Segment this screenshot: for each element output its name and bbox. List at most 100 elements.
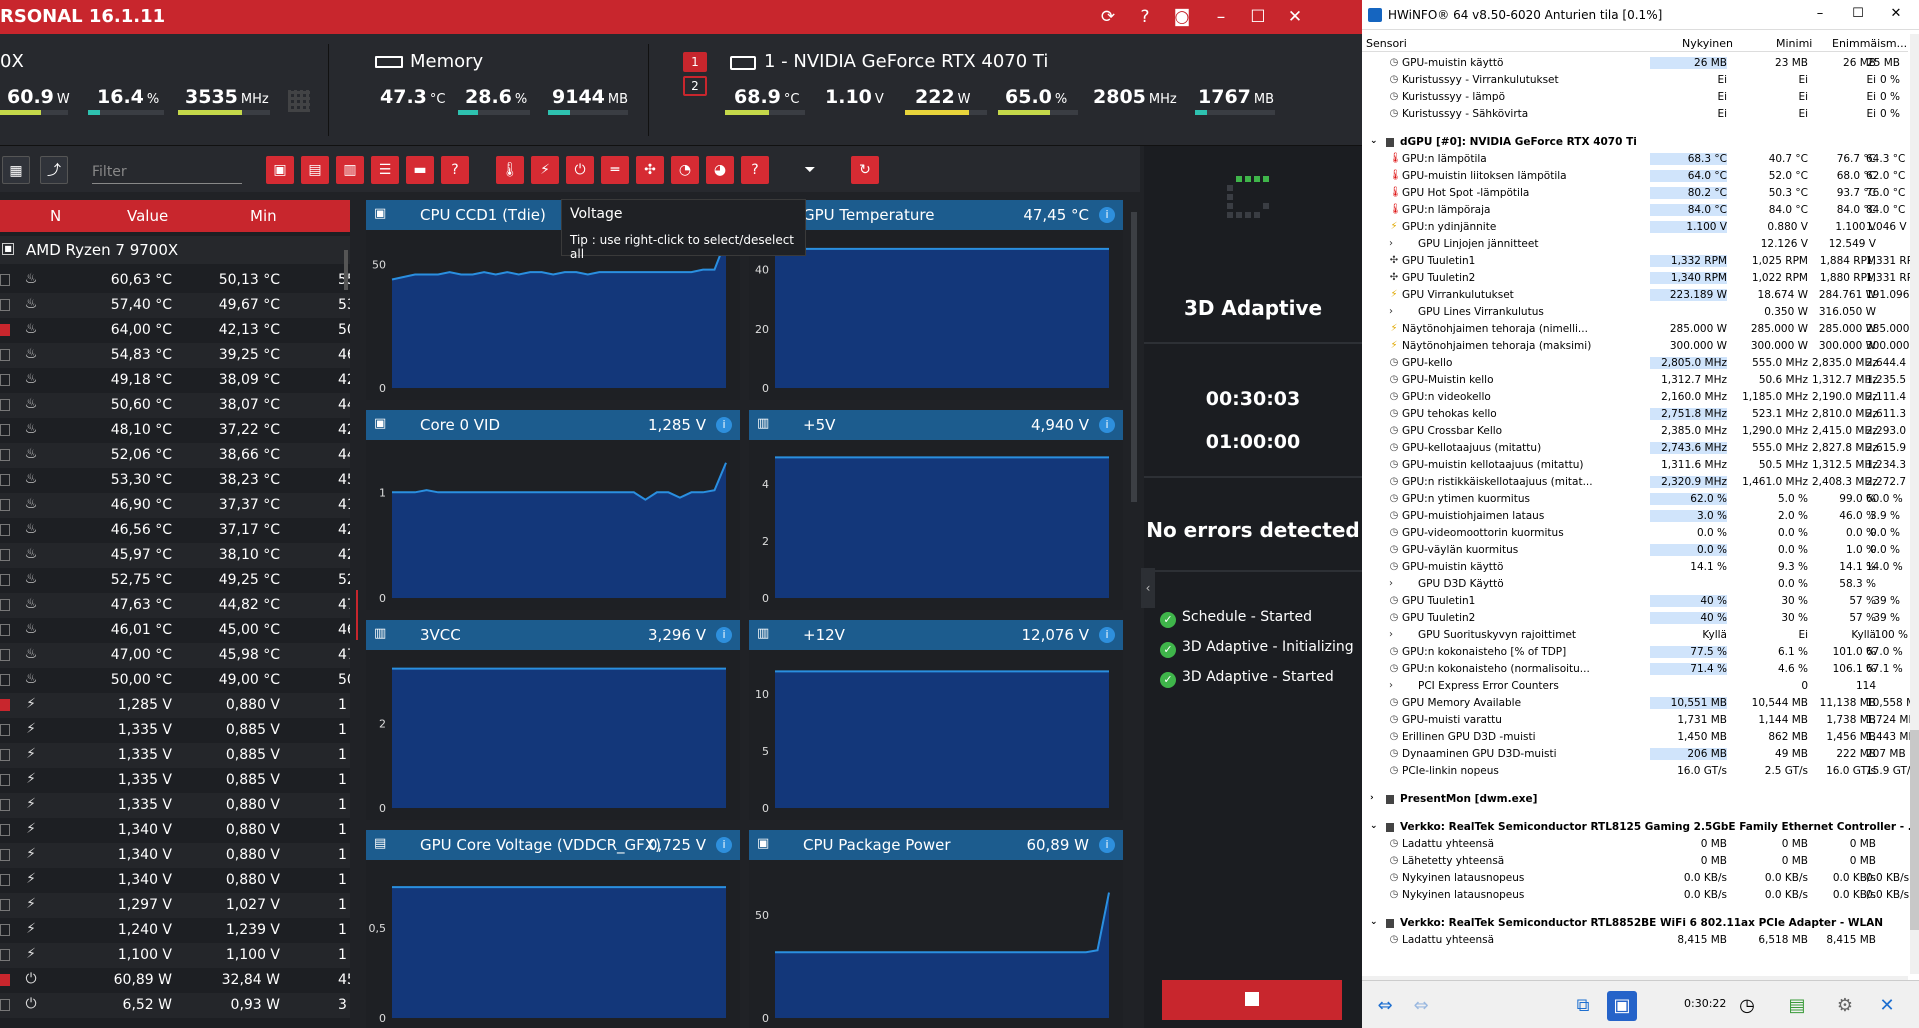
row-checkbox[interactable] [0,699,10,711]
sensor-row[interactable]: ⚡ 1,340 V 0,880 V 1 [0,868,350,893]
graph-view-icon[interactable]: ⤴ [40,156,68,184]
row-checkbox[interactable] [0,499,10,511]
camera-icon[interactable]: ◙ [1164,0,1200,34]
expand-left-icon[interactable]: ⇔ [1370,991,1400,1021]
maximize-icon[interactable]: ☐ [1240,0,1276,34]
sensor-row[interactable]: ◷ GPU:n ytimen kuormitus 62.0 % 5.0 % 99.0 %… [1362,491,1908,508]
sensor-row[interactable]: ⚡ 1,335 V 0,885 V 1 [0,743,350,768]
sensor-row[interactable]: ⚡ Näytönohjaimen tehoraja (maksimi) 300.00… [1362,338,1919,355]
sensor-row[interactable]: ⏻ 6,52 W 0,93 W 3 [0,993,350,1018]
sensor-row[interactable]: ◷ GPU:n kokonaisteho (normalisoitu... 71.4… [1362,661,1908,678]
sensor-row[interactable]: ♨ 48,10 °C 37,22 °C 42 [0,418,350,443]
sensor-row[interactable]: ◷ Kuristussyy - Sähkövirta Ei Ei Ei 0 % [1362,106,1908,123]
sensor-row[interactable]: ◷ GPU Tuuletin2 40 % 30 % 57 % 39 % [1362,610,1908,627]
sensor-subgroup[interactable]: › GPU Lines Virrankulutus 0.350 W 316.050 W [1362,304,1908,321]
column-sensor[interactable]: Sensori [1366,37,1407,50]
row-checkbox[interactable] [0,524,10,536]
sensor-row[interactable]: ⚡ 1,297 V 1,027 V 1 [0,893,350,918]
table-view-icon[interactable]: ▦ [2,156,30,184]
sensor-row[interactable]: ⚡ 1,285 V 0,880 V 1 [0,693,350,718]
voltage-filter-icon[interactable]: ⚡ [531,156,559,184]
sensor-row[interactable]: ◷ GPU-väylän kuormitus 0.0 % 0.0 % 1.0 % 0.0 … [1362,542,1908,559]
row-checkbox[interactable] [0,299,10,311]
sensor-row[interactable]: ♨ 46,56 °C 37,17 °C 42 [0,518,350,543]
sensor-row[interactable]: 🌡 GPU Hot Spot -lämpötila 80.2 °C 50.3 °C 93… [1362,185,1908,202]
sensor-group[interactable]: › PresentMon [dwm.exe] [1362,791,1908,808]
row-checkbox[interactable] [0,349,10,361]
funnel-icon[interactable]: ⏷ [796,156,824,184]
row-checkbox[interactable] [0,274,10,286]
settings-icon[interactable]: ⚙ [1830,991,1860,1021]
chart-panel[interactable]: ▥ +12V 12,076 V i 10 5 0 [749,620,1123,820]
sensor-row[interactable]: ◷ Nykyinen latausnopeus 0.0 KB/s 0.0 KB/s 0.… [1362,870,1910,887]
sensor-row[interactable]: ✣ GPU Tuuletin1 1,332 RPM 1,025 RPM 1,884 RP… [1362,253,1919,270]
sensor-row[interactable]: ⚡ GPU Virrankulutukset 223.189 W 18.674 W 28… [1362,287,1919,304]
help-icon[interactable]: ? [1127,0,1163,34]
sensor-row[interactable]: ◷ Nykyinen latausnopeus 0.0 KB/s 0.0 KB/s 0.… [1362,887,1910,904]
info-icon[interactable]: i [1099,627,1115,643]
sensor-row[interactable]: ◷ GPU-muistin käyttö 14.1 % 9.3 % 14.1 % 14.0… [1362,559,1908,576]
sensor-row[interactable]: ⚡ 1,335 V 0,885 V 1 [0,768,350,793]
misc-filter-icon[interactable]: ? [741,156,769,184]
row-checkbox[interactable] [0,449,10,461]
log-icon[interactable]: ▣ [1607,991,1637,1021]
minimize-icon[interactable]: – [1808,6,1832,21]
row-checkbox[interactable] [0,399,10,411]
sensor-row[interactable]: ◷ PCIe-linkin nopeus 16.0 GT/s 2.5 GT/s 16.0… [1362,763,1916,780]
info-icon[interactable]: i [716,417,732,433]
sensor-row[interactable]: ⚡ 1,100 V 1,100 V 1 [0,943,350,968]
sensor-row[interactable]: ♨ 52,06 °C 38,66 °C 44 [0,443,350,468]
sensor-row[interactable]: 🌡 GPU:n lämpötila 68.3 °C 40.7 °C 76.7 °C 64.… [1362,151,1908,168]
motherboard-filter-icon[interactable]: ▥ [336,156,364,184]
sensor-row[interactable]: ♨ 46,90 °C 37,37 °C 41 [0,493,350,518]
cpu-filter-icon[interactable]: ▣ [266,156,294,184]
chart-panel[interactable]: ▣ Core 0 VID 1,285 Vi10 [366,410,740,610]
usage-filter-icon[interactable]: ◕ [706,156,734,184]
stop-button[interactable] [1162,980,1342,1020]
row-checkbox[interactable] [0,999,10,1011]
sensor-row[interactable]: ⏻ 60,89 W 32,84 W 45 [0,968,350,993]
chevron-right-icon[interactable]: › [1386,680,1396,691]
reset-icon[interactable]: ↻ [851,156,879,184]
fan-filter-icon[interactable]: ✣ [636,156,664,184]
sensor-row[interactable]: ◷ Dynaaminen GPU D3D-muisti 206 MB 49 MB 222… [1362,746,1908,763]
sensor-row[interactable]: ⚡ 1,240 V 1,239 V 1 [0,918,350,943]
storage-filter-icon[interactable]: ☰ [371,156,399,184]
row-checkbox[interactable] [0,899,10,911]
sensor-group[interactable]: ⌄ dGPU [#0]: NVIDIA GeForce RTX 4070 Ti [1362,134,1908,151]
sensor-row[interactable]: ◷ GPU Tuuletin1 40 % 30 % 57 % 39 % [1362,593,1908,610]
column-name[interactable]: N [50,207,61,225]
sensor-row[interactable]: ◷ GPU-muisti varattu 1,731 MB 1,144 MB 1,738… [1362,712,1916,729]
chart-panel[interactable]: ▥ 3VCC 3,296 Vi20 [366,620,740,820]
sensor-row[interactable]: ◷ Ladattu yhteensä 0 MB 0 MB 0 MB [1362,836,1908,853]
sensor-subgroup[interactable]: › PCI Express Error Counters 0 114 [1362,678,1908,695]
close-icon[interactable]: ✕ [1884,6,1908,21]
sensor-row[interactable]: ⚡ 1,340 V 0,880 V 1 [0,818,350,843]
row-checkbox[interactable] [0,774,10,786]
clock-filter-icon[interactable]: ◔ [671,156,699,184]
info-icon[interactable]: i [1099,207,1115,223]
row-checkbox[interactable] [0,649,10,661]
chevron-right-icon[interactable]: › [1386,238,1396,249]
column-min[interactable]: Min [250,207,277,225]
sensor-row[interactable]: ◷ Lähetetty yhteensä 0 MB 0 MB 0 MB [1362,853,1908,870]
sensor-row[interactable]: ◷ GPU Crossbar Kello 2,385.0 MHz 1,290.0 MH… [1362,423,1919,440]
table-scrollbar[interactable] [344,250,348,290]
sensor-row[interactable]: ⚡ 1,340 V 0,880 V 1 [0,843,350,868]
charts-scrollbar[interactable] [1131,212,1137,502]
sensor-row[interactable]: ♨ 54,83 °C 39,25 °C 46 [0,343,350,368]
sensor-row[interactable]: ◷ GPU:n kokonaisteho [% of TDP] 77.5 % 6.1 … [1362,644,1908,661]
current-filter-icon[interactable]: ═ [601,156,629,184]
row-checkbox[interactable] [0,824,10,836]
gpu-filter-icon[interactable]: ▤ [301,156,329,184]
column-max[interactable]: Enimmäism... [1832,37,1907,50]
minimize-icon[interactable]: – [1203,0,1239,34]
row-checkbox[interactable] [0,924,10,936]
info-icon[interactable]: i [1099,417,1115,433]
chevron-right-icon[interactable]: › [1386,306,1396,317]
power-filter-icon[interactable]: ⏻ [566,156,594,184]
sensor-row[interactable]: ♨60,63 °C50,13 °C55 [0,268,350,293]
gpu-tab-1[interactable]: 1 [683,52,707,72]
chevron-down-icon[interactable]: ⌄ [1370,917,1378,927]
row-checkbox[interactable] [0,374,10,386]
